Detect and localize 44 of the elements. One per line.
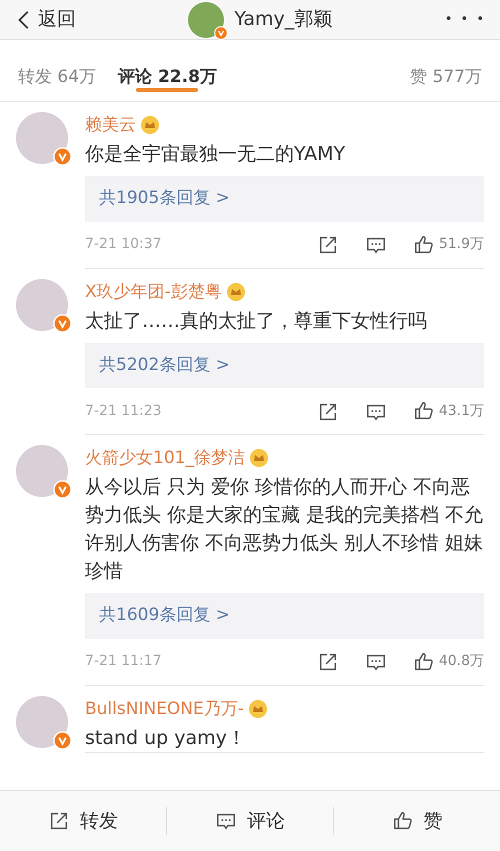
verified-badge-icon	[53, 147, 72, 166]
crown-badge-icon	[226, 282, 246, 302]
avatar-photo-placeholder	[16, 112, 68, 164]
timestamp: 7-21 11:23	[85, 402, 163, 420]
crown-badge-icon	[248, 698, 268, 718]
replies-link[interactable]: 共1905条回复 >	[85, 176, 484, 222]
replies-link[interactable]: 共1609条回复 >	[85, 593, 484, 638]
bottom-comment-button[interactable]: 评论	[167, 806, 333, 836]
comment-text: stand up yamy！	[85, 726, 247, 750]
more-button[interactable]: • • •	[444, 10, 486, 30]
like-button[interactable]: 43.1万	[412, 400, 484, 422]
commenter-name[interactable]: BullsNINEONE乃万-	[85, 696, 244, 722]
tab[interactable]: 评论 22.8万	[118, 40, 217, 102]
avatar-photo-placeholder	[16, 278, 68, 330]
commenter-name[interactable]: X玖少年团-彭楚粤	[85, 278, 222, 304]
thumbs-up-icon	[392, 810, 414, 832]
commenter-name[interactable]: 赖美云	[85, 112, 136, 138]
avatar-photo-placeholder	[16, 445, 68, 497]
bottom-share-button[interactable]: 转发	[0, 806, 166, 836]
share-icon	[48, 810, 70, 832]
like-button[interactable]: 51.9万	[412, 234, 484, 256]
verified-badge-icon	[53, 480, 72, 499]
thumbs-up-icon	[412, 650, 435, 672]
tab[interactable]: 赞 577万	[410, 40, 482, 102]
comment-text: 从今以后 只为 爱你 珍惜你的人而开心 不向恶势力低头 你是大家的宝藏 是我的完美搭档 不允许别人伤害你 不向恶势力低头 别人不珍惜 姐妹珍惜	[85, 475, 484, 584]
crown-badge-icon	[140, 115, 160, 135]
commenter-name[interactable]: 火箭少女101_徐梦洁	[85, 445, 245, 471]
timestamp: 7-21 11:17	[85, 652, 163, 671]
verified-badge-icon	[53, 730, 72, 750]
comment-text: 你是全宇宙最独一无二的YAMY	[85, 142, 346, 167]
account-name: Yamy_郭颖	[234, 7, 332, 32]
tab[interactable]: 转发 64万	[18, 40, 96, 102]
thumbs-up-icon	[412, 234, 435, 256]
comment-text: 太扯了……真的太扯了，尊重下女性行吗	[85, 308, 428, 334]
thumbs-up-icon	[412, 400, 435, 422]
verified-badge-icon	[53, 314, 72, 332]
like-button[interactable]: 40.8万	[412, 650, 484, 672]
avatar-photo-placeholder	[16, 696, 68, 748]
crown-badge-icon	[248, 448, 269, 468]
timestamp: 7-21 10:37	[85, 235, 163, 254]
avatar-image	[188, 2, 224, 38]
replies-link[interactable]: 共5202条回复 >	[85, 342, 484, 388]
back-button[interactable]: 返回	[14, 5, 76, 34]
bottom-like-button[interactable]: 赞	[334, 806, 500, 836]
